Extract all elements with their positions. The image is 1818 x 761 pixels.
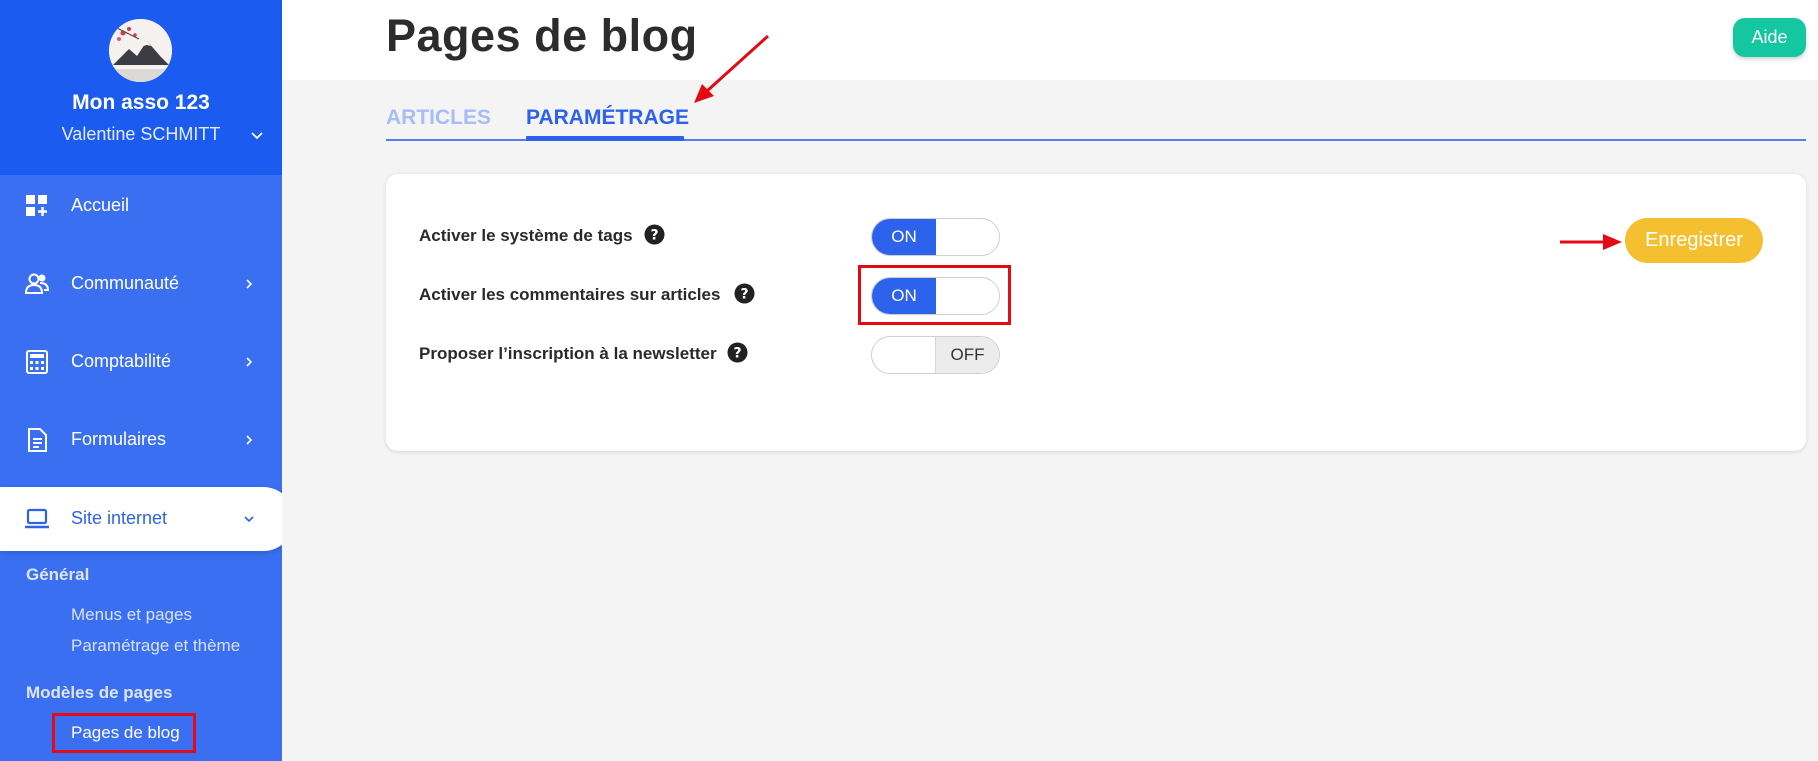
tab-parametrage[interactable]: PARAMÉTRAGE — [526, 106, 689, 130]
chevron-right-icon — [246, 357, 253, 367]
active-tab-indicator — [526, 136, 684, 141]
help-button[interactable]: Aide — [1733, 18, 1806, 57]
chevron-right-icon — [246, 435, 253, 445]
organization-name: Mon asso 123 — [72, 91, 210, 114]
nav-label: Accueil — [71, 195, 130, 215]
nav-item-comptabilite[interactable]: Comptabilité — [0, 332, 282, 392]
organization-avatar — [109, 19, 172, 82]
submenu-heading-general: Général — [26, 565, 90, 584]
mountain-painting-icon — [109, 19, 172, 82]
toggle-newsletter[interactable]: OFF — [871, 336, 1000, 374]
nav-label: Site internet — [71, 508, 168, 528]
svg-text:?: ? — [650, 228, 658, 244]
setting-label-newsletter: Proposer l’inscription à la newsletter — [419, 344, 717, 363]
submenu-link-parametrage-theme[interactable]: Paramétrage et thème — [71, 636, 240, 656]
nav-item-site-internet[interactable]: Site internet — [0, 487, 282, 551]
toggle-state-label: OFF — [935, 337, 999, 373]
chevron-down-icon — [244, 516, 254, 523]
chevron-right-icon — [246, 279, 253, 289]
annotation-highlight-box — [858, 265, 1011, 325]
save-button[interactable]: Enregistrer — [1625, 218, 1763, 263]
submenu-link-menus-pages[interactable]: Menus et pages — [71, 605, 192, 625]
chevron-down-icon[interactable] — [248, 127, 266, 145]
svg-text:?: ? — [740, 287, 748, 303]
nav-label: Communauté — [71, 273, 180, 293]
user-name: Valentine SCHMITT — [61, 124, 221, 144]
annotation-highlight-box — [52, 713, 196, 753]
tab-articles[interactable]: ARTICLES — [386, 106, 491, 130]
svg-text:?: ? — [733, 346, 741, 362]
page-title: Pages de blog — [386, 10, 698, 61]
submenu-heading-templates: Modèles de pages — [26, 683, 173, 702]
dashboard-add-icon — [26, 195, 47, 216]
nav-item-accueil[interactable]: Accueil — [0, 176, 282, 236]
settings-card — [386, 174, 1806, 451]
setting-label-tags: Activer le système de tags — [419, 226, 633, 245]
nav-item-formulaires[interactable]: Formulaires — [0, 410, 282, 470]
laptop-icon — [25, 508, 49, 529]
toggle-tags[interactable]: ON — [871, 218, 1000, 256]
sidebar: Mon asso 123 Valentine SCHMITT Accueil C… — [0, 0, 282, 761]
toggle-state-label: ON — [872, 219, 936, 255]
profile-panel[interactable]: Mon asso 123 Valentine SCHMITT — [0, 0, 282, 175]
users-icon — [24, 273, 50, 294]
question-circle-icon[interactable]: ? — [727, 342, 748, 363]
question-circle-icon[interactable]: ? — [644, 224, 665, 245]
nav-item-communaute[interactable]: Communauté — [0, 254, 282, 314]
setting-label-comments: Activer les commentaires sur articles — [419, 285, 721, 304]
nav-label: Formulaires — [71, 429, 167, 449]
nav-label: Comptabilité — [71, 351, 172, 371]
document-icon — [28, 428, 47, 452]
question-circle-icon[interactable]: ? — [734, 283, 755, 304]
calculator-icon — [26, 350, 48, 374]
